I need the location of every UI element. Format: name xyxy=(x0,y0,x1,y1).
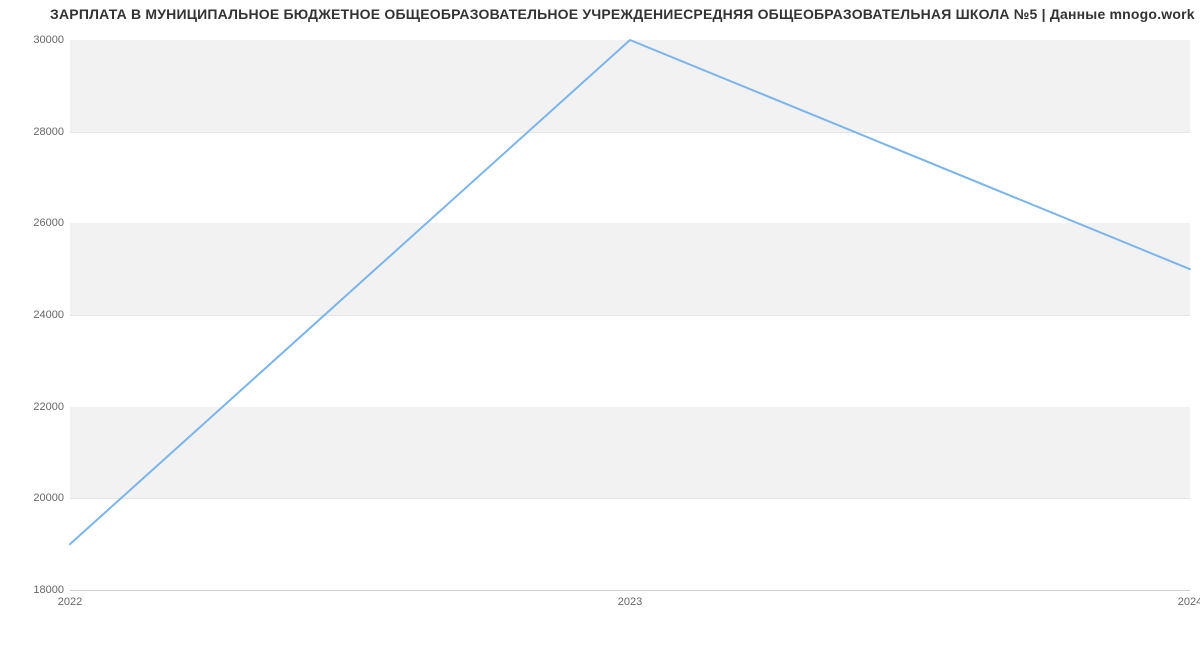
x-tick-label: 2024 xyxy=(1178,596,1200,608)
plot-area xyxy=(70,40,1190,591)
x-tick-label: 2022 xyxy=(58,596,82,608)
x-tick-label: 2023 xyxy=(618,596,642,608)
y-tick-label: 26000 xyxy=(4,217,64,229)
chart-title: ЗАРПЛАТА В МУНИЦИПАЛЬНОЕ БЮДЖЕТНОЕ ОБЩЕО… xyxy=(50,6,1195,22)
y-tick-label: 22000 xyxy=(4,401,64,413)
line-series-layer xyxy=(70,40,1190,590)
y-tick-label: 30000 xyxy=(4,34,64,46)
y-tick-label: 28000 xyxy=(4,126,64,138)
series-line xyxy=(70,40,1190,544)
y-tick-label: 24000 xyxy=(4,309,64,321)
y-tick-label: 20000 xyxy=(4,492,64,504)
y-tick-label: 18000 xyxy=(4,584,64,596)
chart-container: ЗАРПЛАТА В МУНИЦИПАЛЬНОЕ БЮДЖЕТНОЕ ОБЩЕО… xyxy=(0,0,1200,650)
